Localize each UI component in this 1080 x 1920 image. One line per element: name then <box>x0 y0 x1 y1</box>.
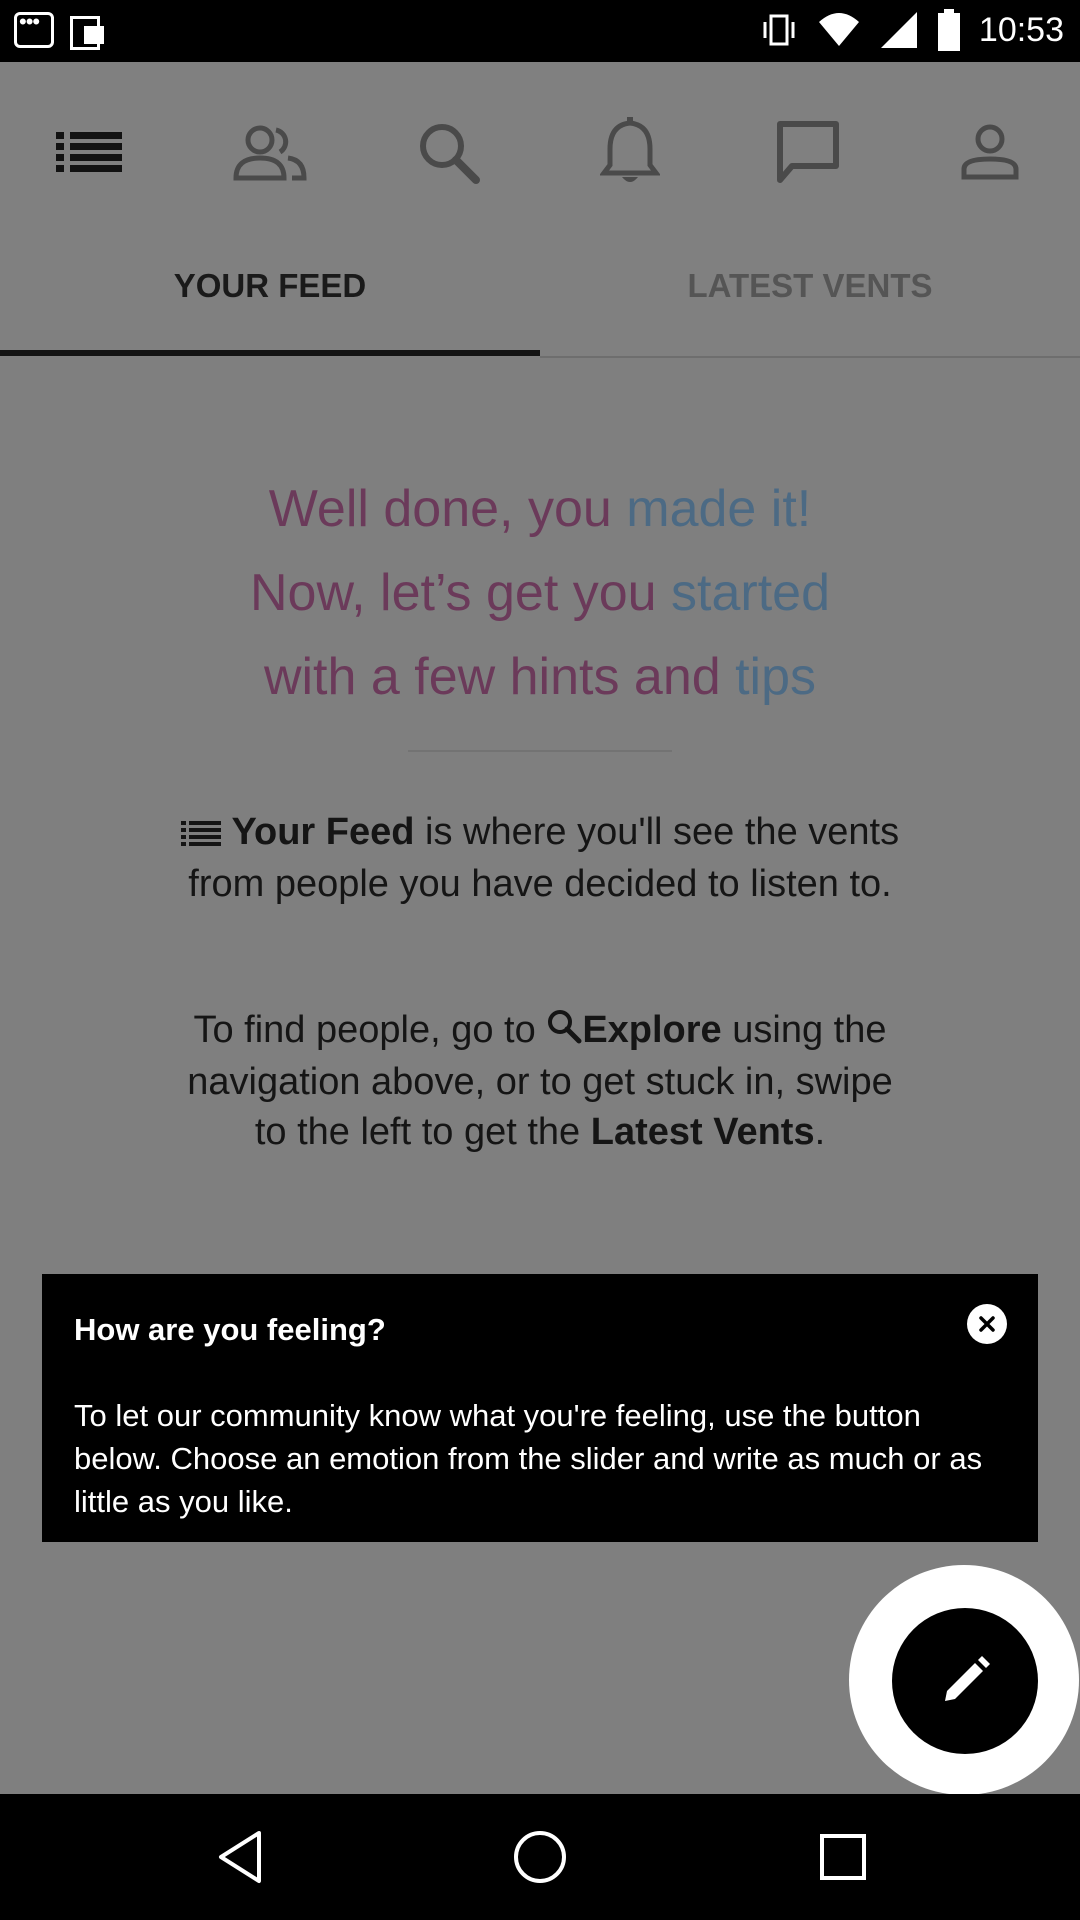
tip1-bold: Your Feed <box>231 811 415 853</box>
search-icon[interactable] <box>398 102 498 202</box>
status-bar: 10:53 <box>0 0 1080 62</box>
back-icon[interactable] <box>205 1822 275 1892</box>
list-icon <box>180 809 221 859</box>
wifi-icon <box>818 13 859 46</box>
hero-line3-b: tips <box>735 648 817 706</box>
tab-latest-vents-label: LATEST VENTS <box>687 267 933 304</box>
hero-line3-a: with a few hints and <box>263 648 736 706</box>
selected-tab-indicator <box>0 350 540 356</box>
chat-icon[interactable] <box>758 102 858 202</box>
battery-icon <box>937 9 960 51</box>
feeling-tooltip: How are you feeling? To let our communit… <box>42 1274 1038 1542</box>
tip-explore: To find people, go to Explore using the … <box>180 1005 900 1157</box>
search-inline-icon <box>546 1007 582 1057</box>
system-navigation-bar <box>0 1794 1080 1920</box>
popup-title: How are you feeling? <box>74 1312 386 1347</box>
tab-your-feed[interactable]: YOUR FEED <box>0 262 540 357</box>
copy-icon <box>68 10 108 50</box>
status-time: 10:53 <box>978 11 1064 49</box>
profile-icon[interactable] <box>940 102 1040 202</box>
menu-list-icon[interactable] <box>39 102 139 202</box>
bell-icon[interactable] <box>580 102 680 202</box>
recents-icon[interactable] <box>808 1822 878 1892</box>
tip2-explore: Explore <box>582 1009 722 1051</box>
tab-your-feed-label: YOUR FEED <box>173 267 367 304</box>
tab-latest-vents[interactable]: LATEST VENTS <box>540 262 1080 357</box>
hero-line2-b: started <box>671 564 831 622</box>
popup-body: To let our community know what you're fe… <box>74 1398 983 1519</box>
tip2-end: . <box>814 1110 826 1153</box>
welcome-heading: Well done, you made it! Now, let’s get y… <box>140 467 940 719</box>
pencil-icon <box>945 1656 990 1701</box>
people-icon[interactable] <box>220 102 320 202</box>
tip-your-feed: Your Feed is where you'll see the vents … <box>180 807 900 909</box>
feed-tabs: YOUR FEED LATEST VENTS <box>0 262 1080 357</box>
tip2-pre: To find people, go to <box>193 1009 547 1051</box>
signal-icon <box>880 12 917 48</box>
top-navigation <box>0 102 1080 202</box>
app-header: YOUR FEED LATEST VENTS <box>0 62 1080 358</box>
hero-line1-a: Well done, you <box>268 480 627 538</box>
hero-line2-a: Now, let’s get you <box>249 564 672 622</box>
close-icon[interactable] <box>967 1304 1007 1344</box>
hero-divider <box>408 750 672 752</box>
vibrate-icon <box>763 14 795 46</box>
home-icon[interactable] <box>505 1822 575 1892</box>
compose-vent-button[interactable] <box>892 1608 1038 1754</box>
tip2-latest-vents: Latest Vents <box>590 1110 815 1153</box>
notification-dots-icon <box>14 9 54 48</box>
hero-line1-b: made it! <box>626 480 812 538</box>
